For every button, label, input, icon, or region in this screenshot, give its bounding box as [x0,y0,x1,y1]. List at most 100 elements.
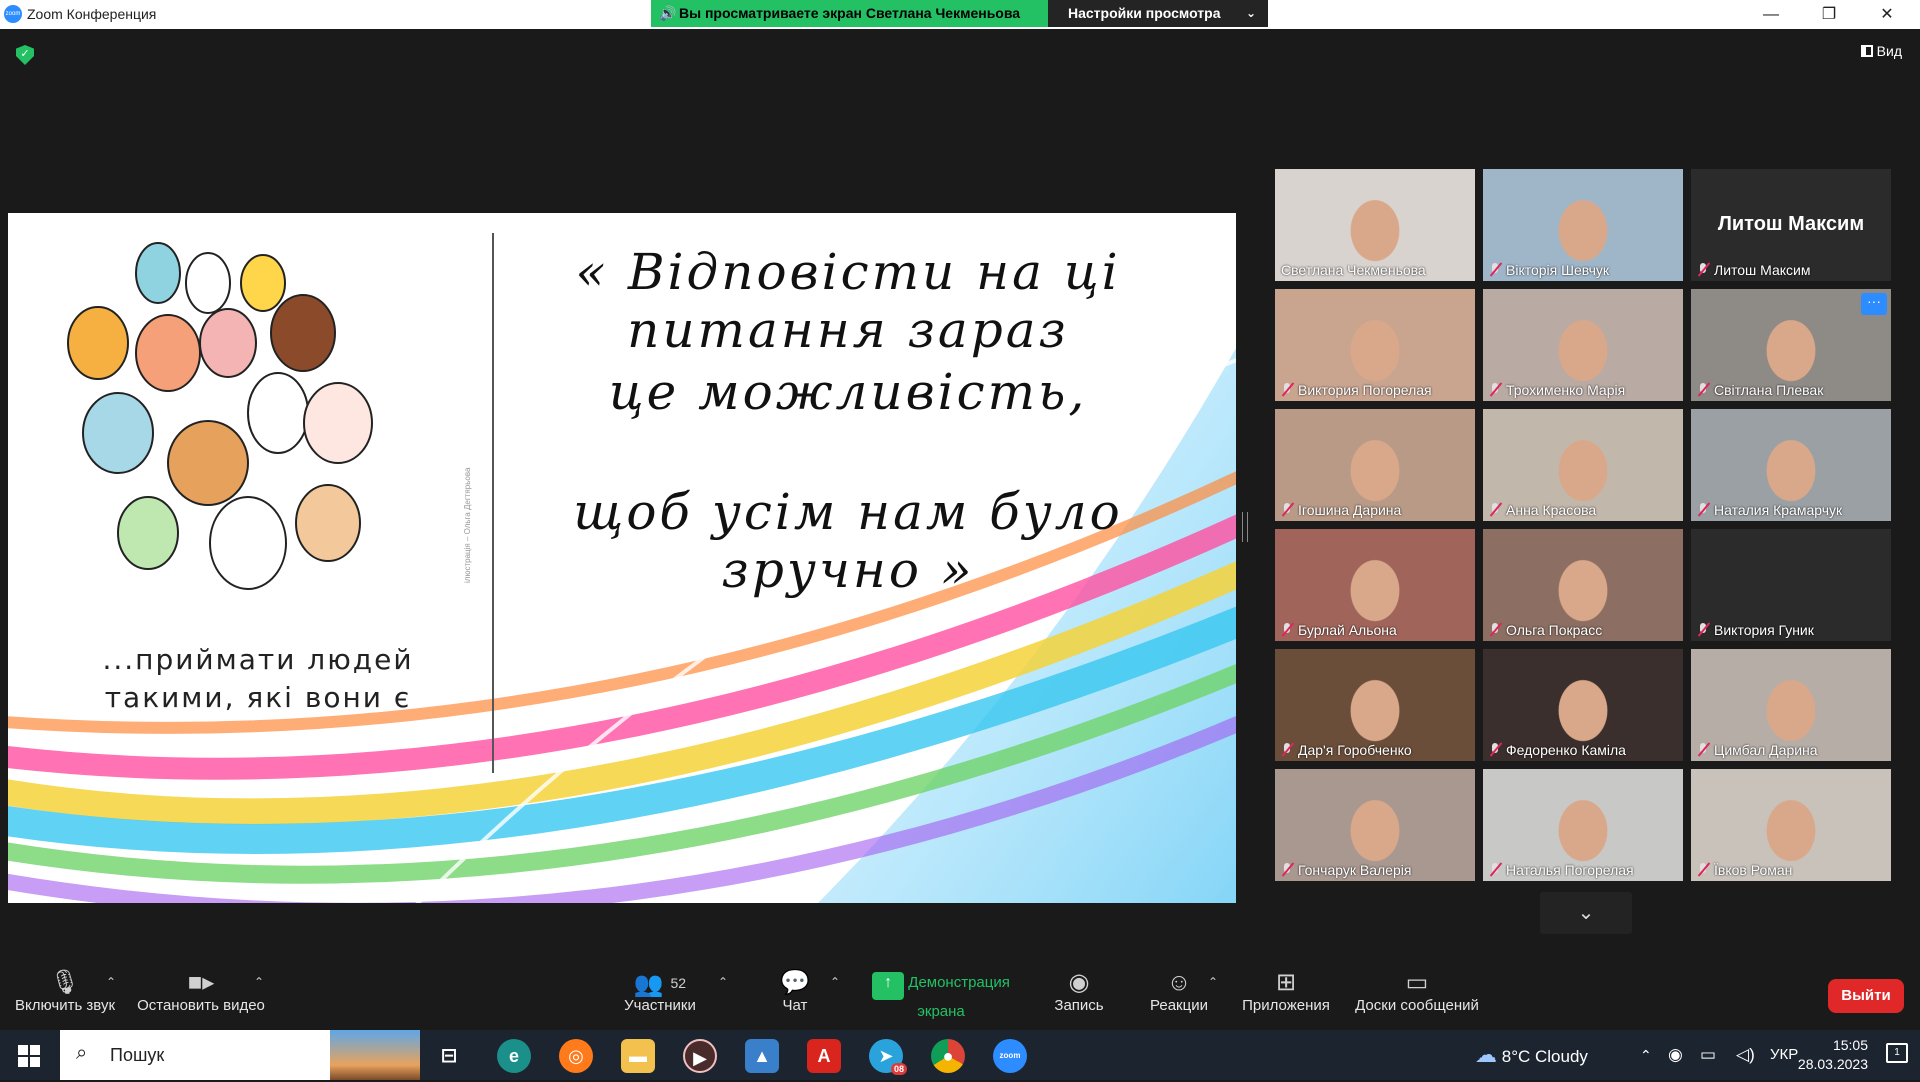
split-drag-handle[interactable] [1242,512,1248,542]
firefox-icon[interactable]: ◎ [559,1039,593,1073]
participant-tile[interactable]: Федоренко Каміла [1483,649,1683,761]
weather-widget[interactable]: ☁ 8°C Cloudy [1475,1030,1588,1080]
apps-icon: ⊞ [1275,969,1297,996]
taskbar-clock[interactable]: 15:05 28.03.2023 [1798,1036,1868,1074]
whiteboards-button[interactable]: ▭ Доски сообщений [1350,969,1484,1014]
task-view-icon[interactable]: ⊟ [432,1039,466,1073]
zoom-taskbar-icon[interactable]: zoom [993,1039,1027,1073]
tile-more-options-button[interactable]: ··· [1861,293,1887,315]
participant-name-text: Светлана Чекменьова [1281,262,1426,278]
taskbar-search-box[interactable]: ⌕ Пошук [60,1030,420,1080]
apps-button[interactable]: ⊞ Приложения [1238,969,1334,1014]
caption-line-1: ...приймати людей [102,643,414,676]
muted-mic-icon [1281,743,1294,757]
restore-button[interactable]: ❐ [1806,0,1852,29]
video-camera-icon: ■▸ [187,969,215,996]
windows-start-icon[interactable] [18,1045,40,1067]
participant-tile[interactable]: Виктория Гуник [1691,529,1891,641]
participant-name: Вікторія Шевчук [1489,262,1609,278]
participant-tile[interactable]: Ольга Покрасс [1483,529,1683,641]
participants-button[interactable]: 👥 52 Участники [612,969,708,1014]
participant-name-text: Виктория Гуник [1714,622,1814,638]
telegram-icon[interactable]: ➤ 08 [869,1039,907,1075]
audio-options-caret[interactable]: ⌃ [106,975,116,989]
leave-meeting-button[interactable]: Выйти [1828,979,1904,1013]
participant-tile[interactable]: Анна Красова [1483,409,1683,521]
record-button[interactable]: ◉ Запись [1046,969,1112,1014]
participant-name-text: Ігошина Дарина [1298,502,1402,518]
share-screen-button[interactable]: ↑ Демонстрация экрана [860,969,1022,1020]
muted-mic-icon [1281,863,1294,877]
stop-video-label: Остановить видео [137,997,265,1014]
photos-icon[interactable]: ▲ [745,1039,779,1073]
participant-tile[interactable]: Ігошина Дарина [1275,409,1475,521]
video-options-caret[interactable]: ⌃ [254,975,264,989]
participant-name-text: Анна Красова [1506,502,1597,518]
edge-browser-icon[interactable]: e [497,1039,531,1073]
participant-tile[interactable]: Бурлай Альона [1275,529,1475,641]
participant-tile[interactable]: Дар'я Горобченко [1275,649,1475,761]
muted-mic-icon [1697,383,1710,397]
participant-name: Світлана Плевак [1697,382,1823,398]
participant-tile[interactable]: Цимбал Дарина [1691,649,1891,761]
tray-record-icon[interactable]: ◉ [1668,1030,1683,1080]
participant-name-text: Ольга Покрасс [1506,622,1603,638]
chrome-icon[interactable]: ● [931,1039,965,1073]
participant-tile[interactable]: ··· Світлана Плевак [1691,289,1891,401]
participant-tile[interactable]: Трохименко Марія [1483,289,1683,401]
network-icon[interactable]: ▭ [1700,1030,1716,1080]
chevron-down-icon: ⌄ [1245,6,1256,20]
view-button[interactable]: Вид [1860,43,1902,59]
reactions-options-caret[interactable]: ⌃ [1208,975,1218,989]
participant-name-text: Федоренко Каміла [1506,742,1626,758]
participant-tile[interactable]: Наталья Погорелая [1483,769,1683,881]
muted-mic-icon [1697,623,1710,637]
participants-options-caret[interactable]: ⌃ [718,975,728,989]
participant-name-text: Литош Максим [1714,262,1811,278]
stop-video-button[interactable]: ■▸ Остановить видео [134,969,268,1014]
participant-tile[interactable]: Наталия Крамарчук [1691,409,1891,521]
chat-label: Чат [782,997,808,1014]
windows-taskbar: ⌕ Пошук ⊟ e ◎ ▬ ▶ ▲ A ➤ 08 ● zoom ☁ 8°C C… [0,1030,1920,1080]
participant-tile[interactable]: Вікторія Шевчук [1483,169,1683,281]
participant-tile[interactable]: Гончарук Валерія [1275,769,1475,881]
participant-tile[interactable]: Литош Максим Литош Максим [1691,169,1891,281]
tray-overflow-icon[interactable]: ⌃ [1640,1030,1652,1080]
gallery-next-page-button[interactable]: ⌄ [1540,892,1632,934]
participant-name-text: Бурлай Альона [1298,622,1397,638]
unmute-button[interactable]: 🎙 Включить звук [10,969,120,1014]
keyboard-language[interactable]: УКР [1770,1030,1798,1080]
minimize-button[interactable]: — [1748,0,1794,29]
media-player-icon[interactable]: ▶ [683,1039,717,1073]
participants-icon: 👥 52 [633,971,687,998]
record-label: Запись [1054,997,1104,1014]
participant-tile[interactable]: Светлана Чекменьова [1275,169,1475,281]
share-status-text: Вы просматриваете экран Светлана Чекмень… [679,5,1021,21]
record-icon: ◉ [1068,969,1090,996]
participant-name: Наталья Погорелая [1489,862,1634,878]
participant-name: Литош Максим [1697,262,1811,278]
participant-name-text: Дар'я Горобченко [1298,742,1412,758]
shield-icon[interactable]: ✓ [16,45,34,65]
participant-name: Гончарук Валерія [1281,862,1411,878]
close-button[interactable]: ✕ [1864,0,1910,29]
file-explorer-icon[interactable]: ▬ [621,1039,655,1073]
search-placeholder: Пошук [110,1045,165,1065]
notification-center-icon[interactable]: 1 [1886,1043,1908,1063]
reactions-button[interactable]: ☺ Реакции [1146,969,1212,1014]
chat-button[interactable]: 💬 Чат [770,969,820,1014]
muted-mic-icon [1489,383,1502,397]
view-options-button[interactable]: Настройки просмотра ⌄ [1048,0,1268,27]
share-screen-label: Демонстрация экрана [908,974,1010,1020]
whiteboard-icon: ▭ [1405,969,1429,996]
participant-name: Ольга Покрасс [1489,622,1602,638]
acrobat-reader-icon[interactable]: A [807,1039,841,1073]
volume-icon[interactable]: ◁) [1736,1030,1755,1080]
participant-name: Бурлай Альона [1281,622,1397,638]
chat-options-caret[interactable]: ⌃ [830,975,840,989]
participant-name: Анна Красова [1489,502,1596,518]
meeting-toolbar: 🎙 Включить звук ⌃ ■▸ Остановить видео ⌃ … [0,959,1920,1030]
participant-tile[interactable]: Ївков Роман [1691,769,1891,881]
chat-bubble-icon: 💬 [780,969,810,996]
participant-tile[interactable]: Виктория Погорелая [1275,289,1475,401]
